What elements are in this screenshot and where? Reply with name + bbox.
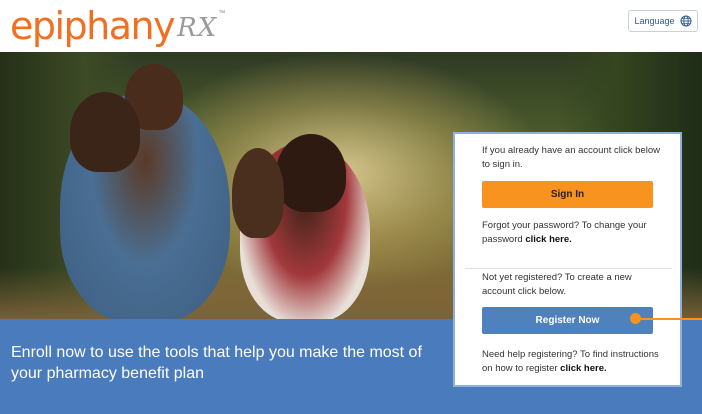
signin-prompt: If you already have an account click bel… <box>482 145 660 170</box>
sign-in-button[interactable]: Sign In <box>482 181 653 208</box>
forgot-password-text: Forgot your password? To change your pas… <box>482 219 662 246</box>
site-header: epiphany RX ™ Language <box>0 0 702 52</box>
hero-tagline: Enroll now to use the tools that help yo… <box>11 344 422 382</box>
logo-rx: RX <box>177 13 218 43</box>
register-now-button[interactable]: Register Now <box>482 307 653 334</box>
logo-wordmark: epiphany <box>10 4 176 48</box>
register-help-text: Need help registering? To find instructi… <box>482 348 662 375</box>
callout-dot <box>630 313 641 324</box>
language-label: Language <box>634 16 675 26</box>
callout-line <box>638 318 702 320</box>
logo-trademark: ™ <box>218 10 226 17</box>
account-card: If you already have an account click bel… <box>453 132 682 387</box>
boy-figure <box>232 148 284 238</box>
language-button[interactable]: Language <box>628 10 698 32</box>
forgot-password-link[interactable]: click here. <box>525 234 571 245</box>
woman-head <box>276 134 346 212</box>
register-prompt: Not yet registered? To create a new acco… <box>482 272 632 297</box>
globe-icon <box>680 15 692 27</box>
register-help-link[interactable]: click here. <box>560 363 606 374</box>
girl-figure <box>70 92 140 172</box>
card-divider <box>465 268 672 269</box>
epiphany-rx-logo[interactable]: epiphany RX ™ <box>10 4 225 48</box>
